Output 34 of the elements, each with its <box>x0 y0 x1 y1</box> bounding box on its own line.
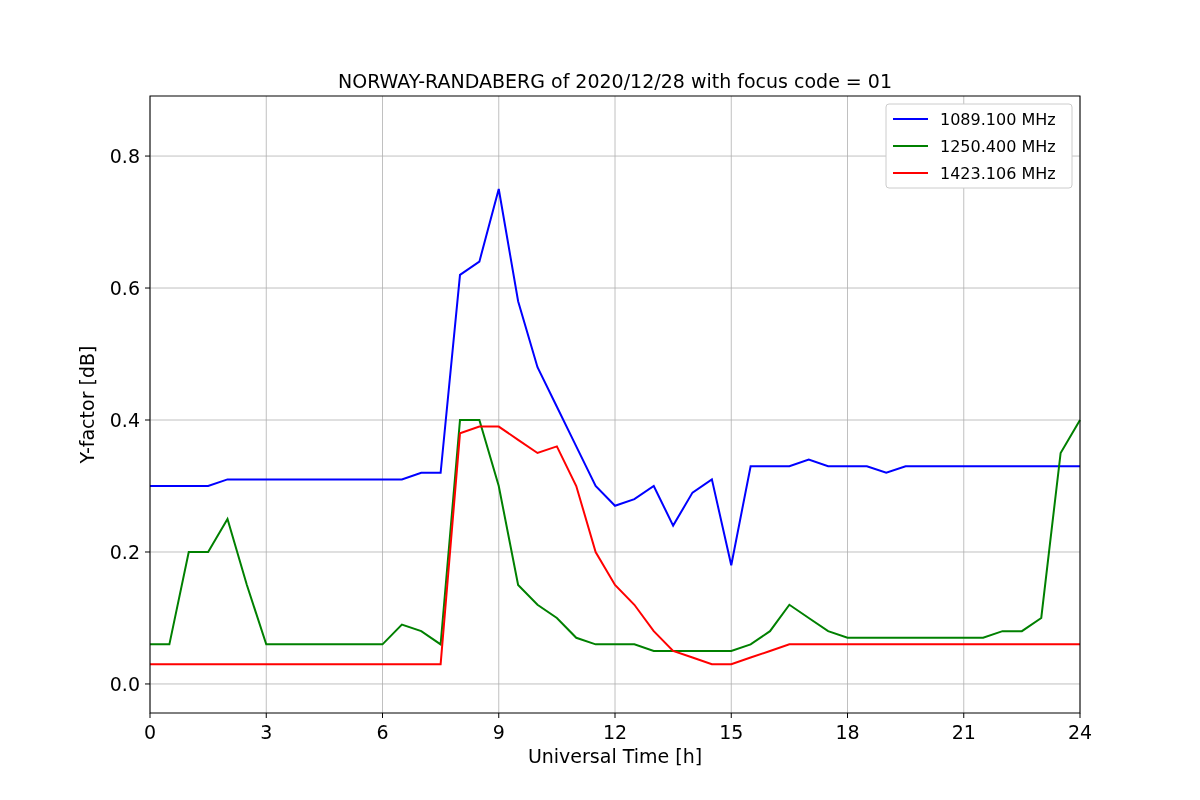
x-tick-label: 18 <box>835 721 860 743</box>
tick-mark <box>382 712 383 719</box>
tick-mark <box>144 551 151 553</box>
tick-mark <box>963 712 965 719</box>
legend-label: 1250.400 MHz <box>940 137 1056 156</box>
legend-label: 1089.100 MHz <box>940 110 1056 129</box>
tick-mark <box>847 712 848 719</box>
tick-mark <box>149 712 151 719</box>
x-tick-label: 0 <box>143 721 157 743</box>
tick-mark <box>614 712 616 719</box>
tick-mark <box>265 712 267 719</box>
x-tick-label: 21 <box>951 721 976 743</box>
x-tick-label: 12 <box>602 721 628 743</box>
x-tick-label: 24 <box>1067 721 1093 743</box>
tick-mark <box>1079 712 1081 719</box>
y-tick-label: 0.6 <box>109 277 140 300</box>
x-axis-label: Universal Time [h] <box>527 745 703 767</box>
tick-mark <box>144 287 151 289</box>
x-tick-label: 6 <box>376 721 389 743</box>
tick-mark <box>144 419 151 421</box>
legend-label: 1423.106 MHz <box>940 164 1056 183</box>
y-tick-label: 0.4 <box>109 409 140 431</box>
tick-mark <box>144 155 151 157</box>
x-tick-label: 9 <box>492 721 505 743</box>
tick-mark <box>144 683 151 685</box>
y-axis-label: Y-factor [dB] <box>76 345 98 464</box>
y-tick-label: 0.2 <box>109 541 140 563</box>
x-tick-label: 3 <box>260 721 273 743</box>
y-tick-label: 0.8 <box>109 145 140 168</box>
x-tick-label: 15 <box>719 721 744 743</box>
tick-mark <box>498 712 500 719</box>
tick-mark <box>730 712 732 719</box>
y-tick-label: 0.0 <box>109 672 140 695</box>
chart-title: NORWAY-RANDABERG of 2020/12/28 with focus code = 01 <box>338 70 892 92</box>
